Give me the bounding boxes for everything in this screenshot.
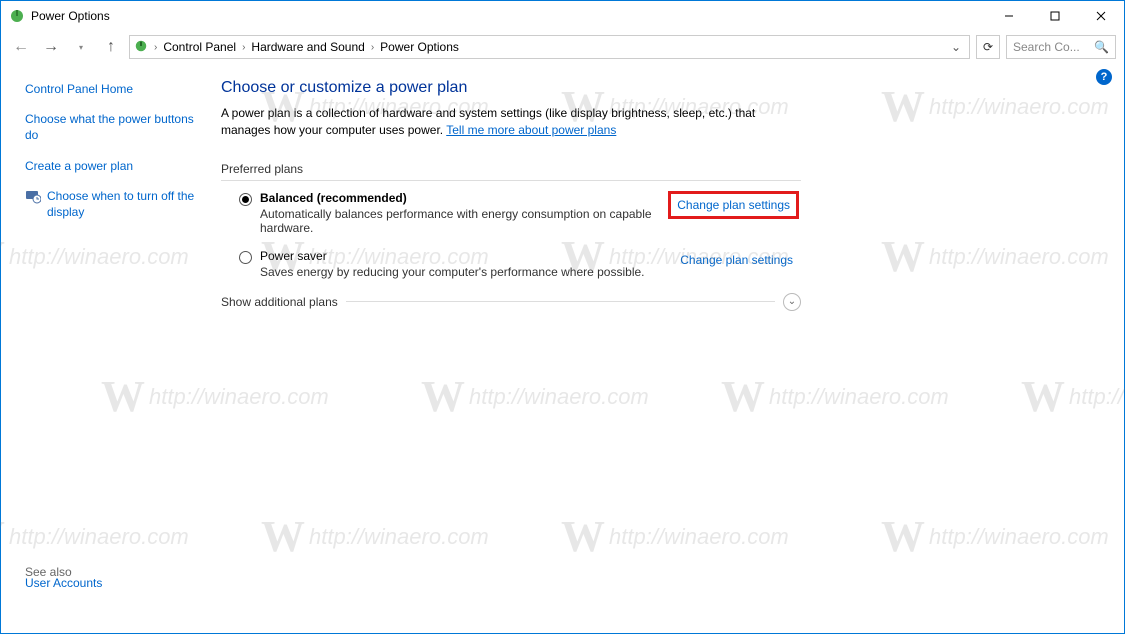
search-placeholder: Search Co... xyxy=(1013,40,1080,54)
plan-balanced-desc: Automatically balances performance with … xyxy=(260,207,668,235)
minimize-button[interactable] xyxy=(986,1,1032,31)
plan-balanced-radio[interactable] xyxy=(239,193,252,206)
control-panel-icon xyxy=(134,39,148,56)
breadcrumb-seg-3[interactable]: Power Options xyxy=(380,40,459,54)
window-title: Power Options xyxy=(31,9,986,23)
forward-button[interactable]: → xyxy=(39,35,63,59)
recent-dropdown[interactable]: ▾ xyxy=(69,35,93,59)
navigation-row: ← → ▾ ↑ › Control Panel › Hardware and S… xyxy=(1,31,1124,63)
back-button[interactable]: ← xyxy=(9,35,33,59)
help-icon[interactable]: ? xyxy=(1096,69,1112,85)
change-plan-settings-power-saver[interactable]: Change plan settings xyxy=(674,249,799,271)
address-bar[interactable]: › Control Panel › Hardware and Sound › P… xyxy=(129,35,970,59)
page-description: A power plan is a collection of hardware… xyxy=(221,105,801,140)
up-button[interactable]: ↑ xyxy=(99,35,123,59)
breadcrumb-seg-2[interactable]: Hardware and Sound xyxy=(251,40,364,54)
sidebar-link-power-buttons[interactable]: Choose what the power buttons do xyxy=(25,111,201,143)
monitor-clock-icon xyxy=(25,188,41,204)
sidebar: Control Panel Home Choose what the power… xyxy=(1,63,211,633)
show-additional-plans-label: Show additional plans xyxy=(221,295,338,309)
plan-power-saver-name: Power saver xyxy=(260,249,674,263)
address-dropdown-icon[interactable]: ⌄ xyxy=(947,40,965,54)
see-also-user-accounts[interactable]: User Accounts xyxy=(25,575,102,591)
breadcrumb-sep-icon: › xyxy=(369,42,376,53)
close-button[interactable] xyxy=(1078,1,1124,31)
search-icon: 🔍 xyxy=(1094,40,1109,54)
breadcrumb-sep-icon: › xyxy=(240,42,247,53)
breadcrumb-seg-1[interactable]: Control Panel xyxy=(163,40,236,54)
breadcrumb-sep-icon: › xyxy=(152,42,159,53)
tell-me-more-link[interactable]: Tell me more about power plans xyxy=(446,123,616,137)
plan-power-saver: Power saver Saves energy by reducing you… xyxy=(239,249,799,279)
preferred-plans-label: Preferred plans xyxy=(221,162,1104,176)
main-area: Control Panel Home Choose what the power… xyxy=(1,63,1124,633)
section-divider xyxy=(221,180,801,181)
maximize-button[interactable] xyxy=(1032,1,1078,31)
power-options-app-icon xyxy=(9,8,25,24)
divider-line xyxy=(346,301,775,302)
plan-power-saver-desc: Saves energy by reducing your computer's… xyxy=(260,265,674,279)
sidebar-link-turn-off-display: Choose when to turn off the display xyxy=(47,188,201,220)
plan-balanced-name: Balanced (recommended) xyxy=(260,191,668,205)
sidebar-item-turn-off-display[interactable]: Choose when to turn off the display xyxy=(25,188,201,220)
content-pane: ? Choose or customize a power plan A pow… xyxy=(211,63,1124,633)
control-panel-home-link[interactable]: Control Panel Home xyxy=(25,81,201,97)
show-additional-plans-row[interactable]: Show additional plans ⌄ xyxy=(221,293,801,311)
sidebar-link-create-plan[interactable]: Create a power plan xyxy=(25,158,201,174)
plan-balanced: Balanced (recommended) Automatically bal… xyxy=(239,191,799,235)
window-controls xyxy=(986,1,1124,31)
chevron-down-icon[interactable]: ⌄ xyxy=(783,293,801,311)
page-heading: Choose or customize a power plan xyxy=(221,79,1104,97)
change-plan-settings-balanced[interactable]: Change plan settings xyxy=(668,191,799,219)
plan-power-saver-radio[interactable] xyxy=(239,251,252,264)
search-input[interactable]: Search Co... 🔍 xyxy=(1006,35,1116,59)
refresh-button[interactable]: ⟳ xyxy=(976,35,1000,59)
titlebar: Power Options xyxy=(1,1,1124,31)
